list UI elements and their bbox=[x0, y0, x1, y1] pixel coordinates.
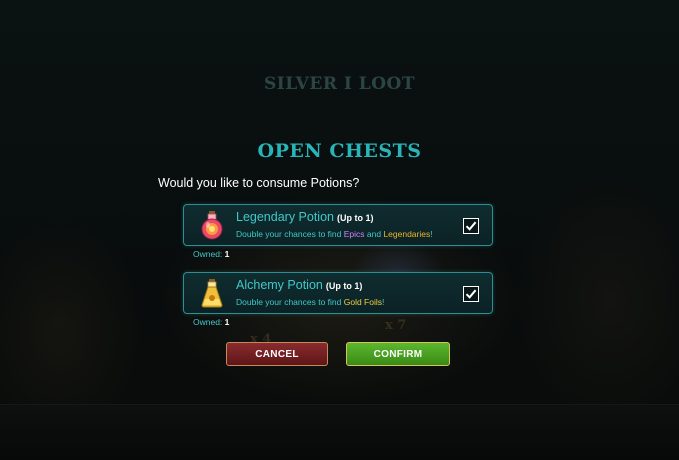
alchemy-owned-count: Owned: 1 bbox=[193, 317, 230, 327]
potion-option-alchemy[interactable]: Alchemy Potion (Up to 1) Double your chan… bbox=[183, 272, 493, 314]
gold-foils-highlight: Gold Foils bbox=[343, 297, 382, 307]
potion-description: Double your chances to find Epics and Le… bbox=[236, 229, 433, 239]
alchemy-potion-checkbox[interactable] bbox=[463, 286, 479, 302]
background-floor bbox=[0, 404, 679, 460]
checkmark-icon bbox=[465, 221, 477, 231]
dialog-title: OPEN CHESTS bbox=[257, 140, 422, 162]
potion-description: Double your chances to find Gold Foils! bbox=[236, 297, 385, 307]
checkmark-icon bbox=[465, 289, 477, 299]
cancel-button[interactable]: CANCEL bbox=[226, 342, 328, 366]
legendaries-highlight: Legendaries bbox=[383, 229, 431, 239]
potion-limit: (Up to 1) bbox=[337, 213, 374, 223]
potion-option-legendary[interactable]: Legendary Potion (Up to 1) Double your ch… bbox=[183, 204, 493, 246]
legendary-owned-count: Owned: 1 bbox=[193, 249, 230, 259]
potion-limit: (Up to 1) bbox=[325, 281, 363, 291]
background-multiplier: x 7 bbox=[385, 318, 407, 333]
legendary-potion-icon bbox=[200, 209, 224, 241]
epics-highlight: Epics bbox=[343, 229, 365, 239]
dialog-question: Would you like to consume Potions? bbox=[158, 176, 360, 190]
alchemy-potion-icon bbox=[200, 277, 224, 309]
confirm-button[interactable]: CONFIRM bbox=[346, 342, 450, 366]
potion-name: Legendary Potion (Up to 1) bbox=[236, 210, 374, 224]
legendary-potion-checkbox[interactable] bbox=[463, 218, 479, 234]
loot-title: SILVER I LOOT bbox=[264, 74, 415, 94]
potion-name: Alchemy Potion (Up to 1) bbox=[236, 278, 363, 292]
